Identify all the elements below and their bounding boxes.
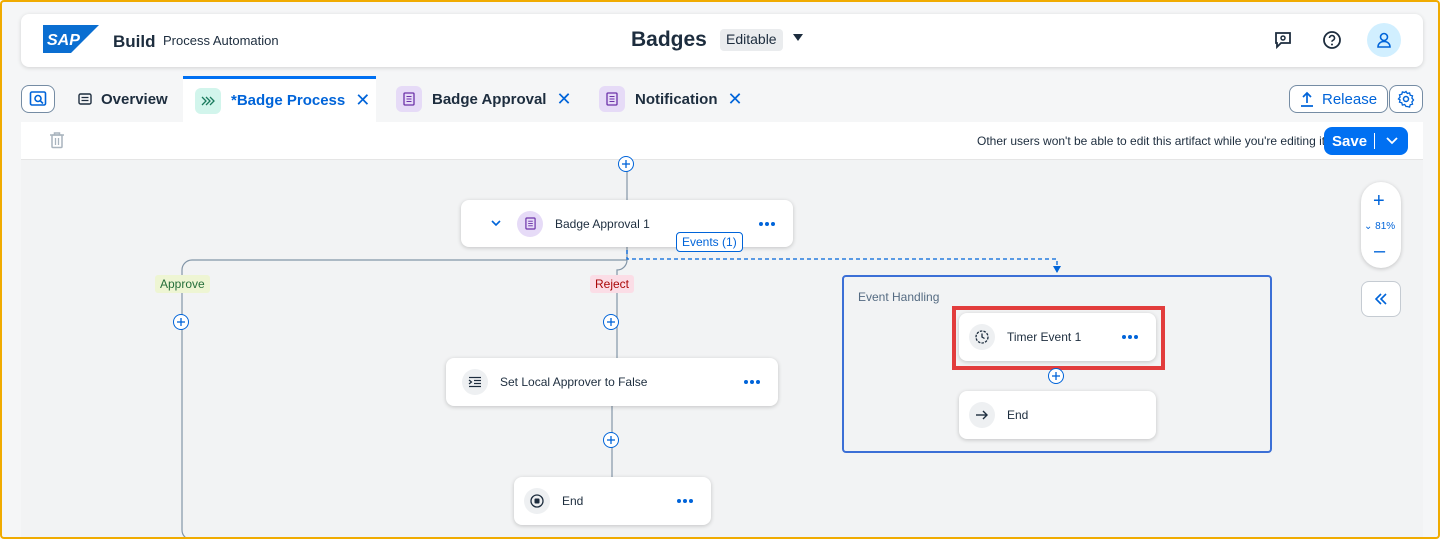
svg-text:SAP: SAP: [47, 32, 80, 49]
process-canvas[interactable]: Badge Approval 1 Events (1) Approve Reje…: [21, 156, 1423, 537]
zoom-out-button[interactable]: –: [1374, 240, 1385, 263]
tab-overview[interactable]: Overview: [77, 76, 168, 122]
search-artifacts-button[interactable]: [21, 85, 55, 113]
events-tag[interactable]: Events (1): [676, 232, 743, 252]
zoom-in-button[interactable]: +: [1373, 190, 1385, 213]
node-event-end[interactable]: End: [959, 391, 1156, 439]
node-set-local-approver[interactable]: Set Local Approver to False: [446, 358, 778, 406]
user-avatar[interactable]: [1367, 23, 1401, 57]
help-icon[interactable]: [1320, 28, 1344, 52]
chevron-down-icon: ⌄: [1364, 221, 1376, 232]
close-icon[interactable]: ✕: [556, 89, 571, 110]
node-label: Badge Approval 1: [555, 216, 650, 231]
add-step-button[interactable]: [603, 314, 619, 330]
add-step-button[interactable]: [173, 314, 189, 330]
zoom-control: + ⌄ 81% –: [1361, 182, 1401, 268]
more-icon[interactable]: [744, 380, 760, 384]
upload-icon: [1301, 91, 1313, 107]
close-icon[interactable]: ✕: [355, 90, 370, 111]
highlight-box: [952, 306, 1165, 370]
node-label: Set Local Approver to False: [500, 375, 648, 389]
branch-label-approve: Approve: [155, 275, 210, 293]
node-label: End: [562, 494, 584, 508]
node-end[interactable]: End: [514, 477, 711, 525]
event-handling-title: Event Handling: [858, 290, 940, 304]
script-icon: [462, 369, 488, 395]
double-chevron-left-icon: [1374, 293, 1387, 305]
sap-logo[interactable]: SAP: [43, 25, 99, 53]
more-icon[interactable]: [677, 499, 693, 503]
arrow-right-icon: [969, 402, 995, 428]
overview-icon: [77, 86, 93, 112]
editor-toolbar: Other users won't be able to edit this a…: [21, 122, 1423, 160]
collapse-panel-button[interactable]: [1361, 281, 1401, 317]
form-icon: [599, 86, 625, 112]
save-label: Save: [1332, 132, 1368, 150]
lock-message: Other users won't be able to edit this a…: [977, 134, 1329, 148]
tab-notification[interactable]: Notification ✕: [599, 76, 743, 122]
stop-icon: [524, 488, 550, 514]
settings-button[interactable]: [1389, 85, 1423, 113]
caret-down-icon[interactable]: [793, 34, 803, 42]
zoom-level[interactable]: ⌄ 81%: [1364, 221, 1395, 232]
tab-badge-process[interactable]: *Badge Process ✕: [183, 76, 376, 122]
save-button[interactable]: Save: [1324, 127, 1408, 155]
user-icon: [1377, 32, 1391, 48]
close-icon[interactable]: ✕: [728, 89, 743, 110]
release-button[interactable]: Release: [1289, 85, 1389, 113]
process-icon: [195, 87, 221, 114]
branch-label-reject: Reject: [590, 275, 635, 293]
tab-label: Notification: [635, 90, 718, 108]
tab-label: Overview: [101, 90, 168, 108]
chevron-down-icon[interactable]: [1375, 137, 1408, 145]
release-label: Release: [1322, 90, 1378, 108]
add-step-button[interactable]: [603, 432, 619, 448]
product-name: Build: [113, 32, 156, 51]
add-step-button[interactable]: [1048, 368, 1064, 384]
search-icon: [29, 91, 47, 106]
form-icon: [517, 210, 543, 237]
tab-label: Badge Approval: [432, 90, 547, 108]
project-title: Badges: [631, 28, 707, 51]
delete-icon[interactable]: [49, 131, 65, 149]
chevron-down-icon[interactable]: [491, 220, 501, 227]
app-frame: SAP Build Process Automation Badges Edit…: [0, 0, 1440, 539]
more-icon[interactable]: [759, 221, 775, 226]
node-label: End: [1007, 408, 1029, 422]
feedback-icon[interactable]: [1271, 28, 1295, 52]
shell-bar: SAP Build Process Automation Badges Edit…: [21, 14, 1423, 67]
tab-bar: Overview *Badge Process ✕ Badge Approval…: [21, 76, 1423, 122]
status-badge[interactable]: Editable: [720, 29, 783, 51]
tab-label: *Badge Process: [231, 92, 346, 109]
gear-icon: [1397, 90, 1415, 108]
tab-badge-approval[interactable]: Badge Approval ✕: [396, 76, 572, 122]
add-step-button[interactable]: [618, 156, 634, 172]
node-badge-approval[interactable]: Badge Approval 1: [461, 200, 793, 247]
form-icon: [396, 86, 422, 112]
product-subtitle: Process Automation: [163, 33, 279, 48]
